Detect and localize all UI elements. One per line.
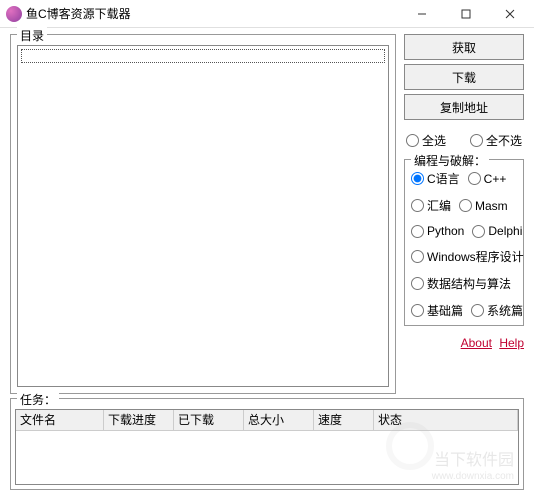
copy-address-button[interactable]: 复制地址 [404,94,524,120]
about-link[interactable]: About [461,336,492,350]
directory-group: 目录 [10,34,396,394]
tasks-table-header: 文件名 下载进度 已下载 总大小 速度 状态 [16,410,518,431]
select-none-radio[interactable]: 全不选 [470,132,522,149]
col-total[interactable]: 总大小 [244,410,314,430]
category-asm[interactable]: 汇编 [411,197,451,214]
titlebar: 鱼C博客资源下载器 [0,0,534,28]
select-all-radio[interactable]: 全选 [406,132,446,149]
category-group-label: 编程与破解： [411,152,489,169]
minimize-button[interactable] [400,0,444,28]
select-none-label: 全不选 [486,132,522,149]
col-downloaded[interactable]: 已下载 [174,410,244,430]
category-cpp[interactable]: C++ [468,170,507,187]
col-filename[interactable]: 文件名 [16,410,104,430]
directory-tree[interactable] [17,45,389,387]
category-basic[interactable]: 基础篇 [411,302,463,319]
tasks-group: 任务： 文件名 下载进度 已下载 总大小 速度 状态 [10,398,524,490]
links-row: About Help [404,336,524,350]
category-python[interactable]: Python [411,224,464,238]
category-c[interactable]: C语言 [411,170,460,187]
category-delphi[interactable]: Delphi [472,224,522,238]
download-button[interactable]: 下载 [404,64,524,90]
tree-placeholder [21,49,385,63]
col-progress[interactable]: 下载进度 [104,410,174,430]
right-panel: 获取 下载 复制地址 全选 全不选 编程与破解： C语言 C++ 汇编 Masm… [404,34,524,394]
col-status[interactable]: 状态 [374,410,518,430]
help-link[interactable]: Help [499,336,524,350]
category-group: 编程与破解： C语言 C++ 汇编 Masm Python Delphi Win… [404,159,524,326]
window-controls [400,0,532,28]
directory-label: 目录 [17,27,47,44]
category-windows[interactable]: Windows程序设计 [411,248,524,265]
col-speed[interactable]: 速度 [314,410,374,430]
maximize-button[interactable] [444,0,488,28]
category-masm[interactable]: Masm [459,197,508,214]
app-icon [6,6,22,22]
tasks-label: 任务： [17,391,59,408]
category-system[interactable]: 系统篇 [471,302,523,319]
fetch-button[interactable]: 获取 [404,34,524,60]
category-datastructure[interactable]: 数据结构与算法 [411,275,511,292]
window-title: 鱼C博客资源下载器 [26,5,400,22]
close-button[interactable] [488,0,532,28]
tasks-table[interactable]: 文件名 下载进度 已下载 总大小 速度 状态 [15,409,519,485]
select-all-label: 全选 [422,132,446,149]
